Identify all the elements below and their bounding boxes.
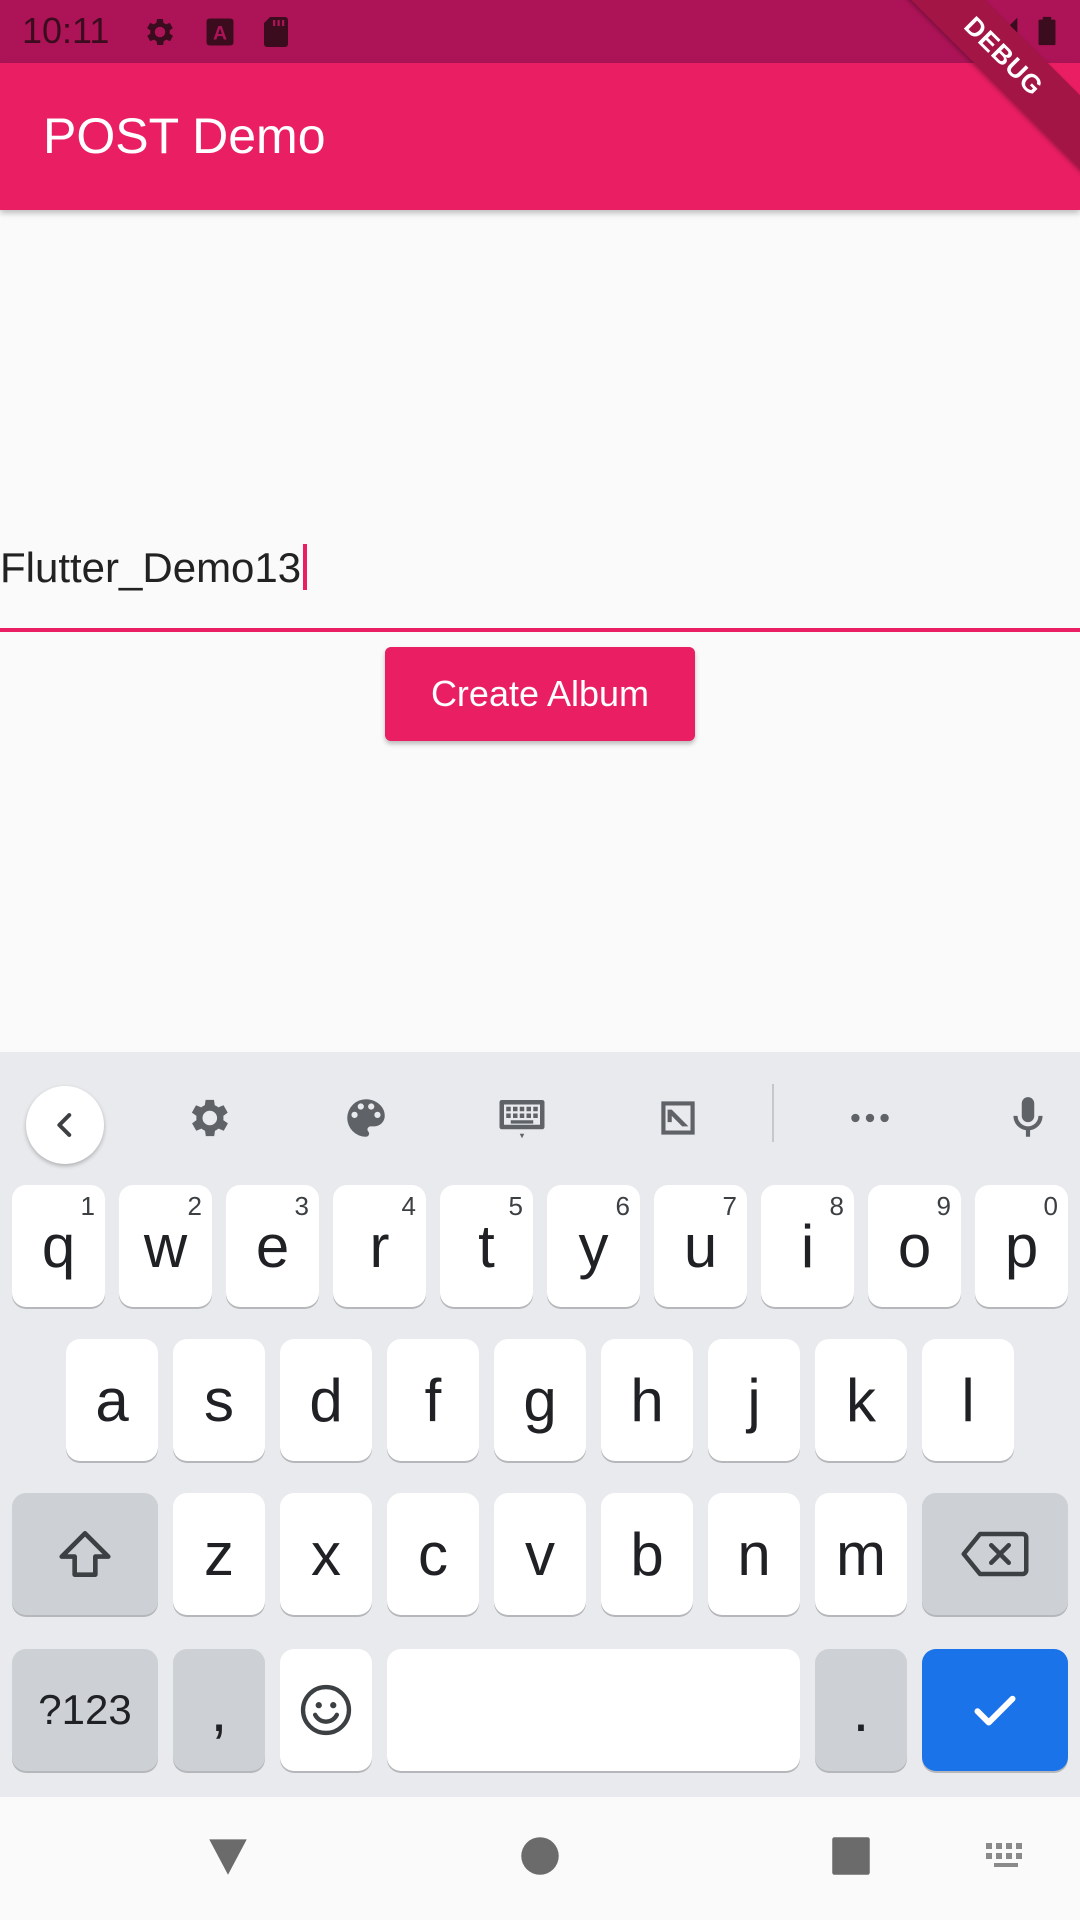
key-x[interactable]: x	[280, 1493, 372, 1615]
field-underline	[0, 628, 1080, 632]
key-d[interactable]: d	[280, 1339, 372, 1461]
key-f[interactable]: f	[387, 1339, 479, 1461]
shift-arrow-icon	[59, 1531, 111, 1577]
keyboard-toolbar	[0, 1052, 1080, 1168]
key-b[interactable]: b	[601, 1493, 693, 1615]
settings-gear-icon[interactable]	[180, 1088, 240, 1148]
key-c[interactable]: c	[387, 1493, 479, 1615]
key-o[interactable]: o9	[868, 1185, 961, 1307]
selection-icon[interactable]	[648, 1088, 708, 1148]
toolbar-divider	[772, 1084, 774, 1142]
text-cursor	[303, 544, 308, 590]
status-time: 10:11	[22, 10, 110, 51]
emoji-icon	[300, 1684, 352, 1736]
backspace-key[interactable]	[922, 1493, 1068, 1615]
keyboard-switch-icon[interactable]	[982, 1833, 1030, 1881]
key-k[interactable]: k	[815, 1339, 907, 1461]
comma-key[interactable]: ,	[173, 1649, 265, 1771]
period-key[interactable]: .	[815, 1649, 907, 1771]
key-l[interactable]: l	[922, 1339, 1014, 1461]
key-z[interactable]: z	[173, 1493, 265, 1615]
key-h[interactable]: h	[601, 1339, 693, 1461]
battery-icon	[1038, 16, 1056, 46]
recents-square-icon[interactable]	[826, 1831, 876, 1881]
keyboard-icon[interactable]	[492, 1088, 552, 1148]
microphone-icon[interactable]	[998, 1088, 1058, 1148]
soft-keyboard: q1 w2 e3 r4 t5 y6 u7 i8 o9 p0 a s d f g …	[0, 1052, 1080, 1797]
a-icon: A	[206, 18, 234, 46]
key-j[interactable]: j	[708, 1339, 800, 1461]
key-q[interactable]: q1	[12, 1185, 105, 1307]
status-bar: 10:11 A	[0, 0, 1080, 63]
app-bar: POST Demo	[0, 63, 1080, 210]
key-i[interactable]: i8	[761, 1185, 854, 1307]
gear-icon	[147, 18, 174, 46]
key-w[interactable]: w2	[119, 1185, 212, 1307]
palette-icon[interactable]	[336, 1088, 396, 1148]
more-dots-icon[interactable]	[840, 1088, 900, 1148]
key-s[interactable]: s	[173, 1339, 265, 1461]
navigation-bar	[0, 1797, 1080, 1920]
key-p[interactable]: p0	[975, 1185, 1068, 1307]
back-chevron-icon[interactable]	[26, 1086, 104, 1164]
key-t[interactable]: t5	[440, 1185, 533, 1307]
svg-text:A: A	[213, 23, 227, 45]
emoji-key[interactable]	[280, 1649, 372, 1771]
sd-card-icon	[264, 17, 288, 47]
key-r[interactable]: r4	[333, 1185, 426, 1307]
shift-key[interactable]	[12, 1493, 158, 1615]
backspace-icon	[961, 1531, 1029, 1577]
key-e[interactable]: e3	[226, 1185, 319, 1307]
page-title: POST Demo	[43, 108, 326, 164]
key-a[interactable]: a	[66, 1339, 158, 1461]
key-m[interactable]: m	[815, 1493, 907, 1615]
back-triangle-icon[interactable]	[203, 1831, 253, 1881]
key-y[interactable]: y6	[547, 1185, 640, 1307]
key-v[interactable]: v	[494, 1493, 586, 1615]
album-title-value[interactable]: Flutter_Demo13	[0, 544, 308, 592]
done-key[interactable]	[922, 1649, 1068, 1771]
space-key[interactable]	[387, 1649, 800, 1771]
home-circle-icon[interactable]	[515, 1831, 565, 1881]
key-g[interactable]: g	[494, 1339, 586, 1461]
checkmark-icon	[974, 1695, 1016, 1726]
symbols-key[interactable]: ?123	[12, 1649, 158, 1771]
album-title-field[interactable]: Flutter_Demo13	[0, 530, 1080, 634]
key-n[interactable]: n	[708, 1493, 800, 1615]
create-album-button[interactable]: Create Album	[385, 647, 695, 741]
key-u[interactable]: u7	[654, 1185, 747, 1307]
